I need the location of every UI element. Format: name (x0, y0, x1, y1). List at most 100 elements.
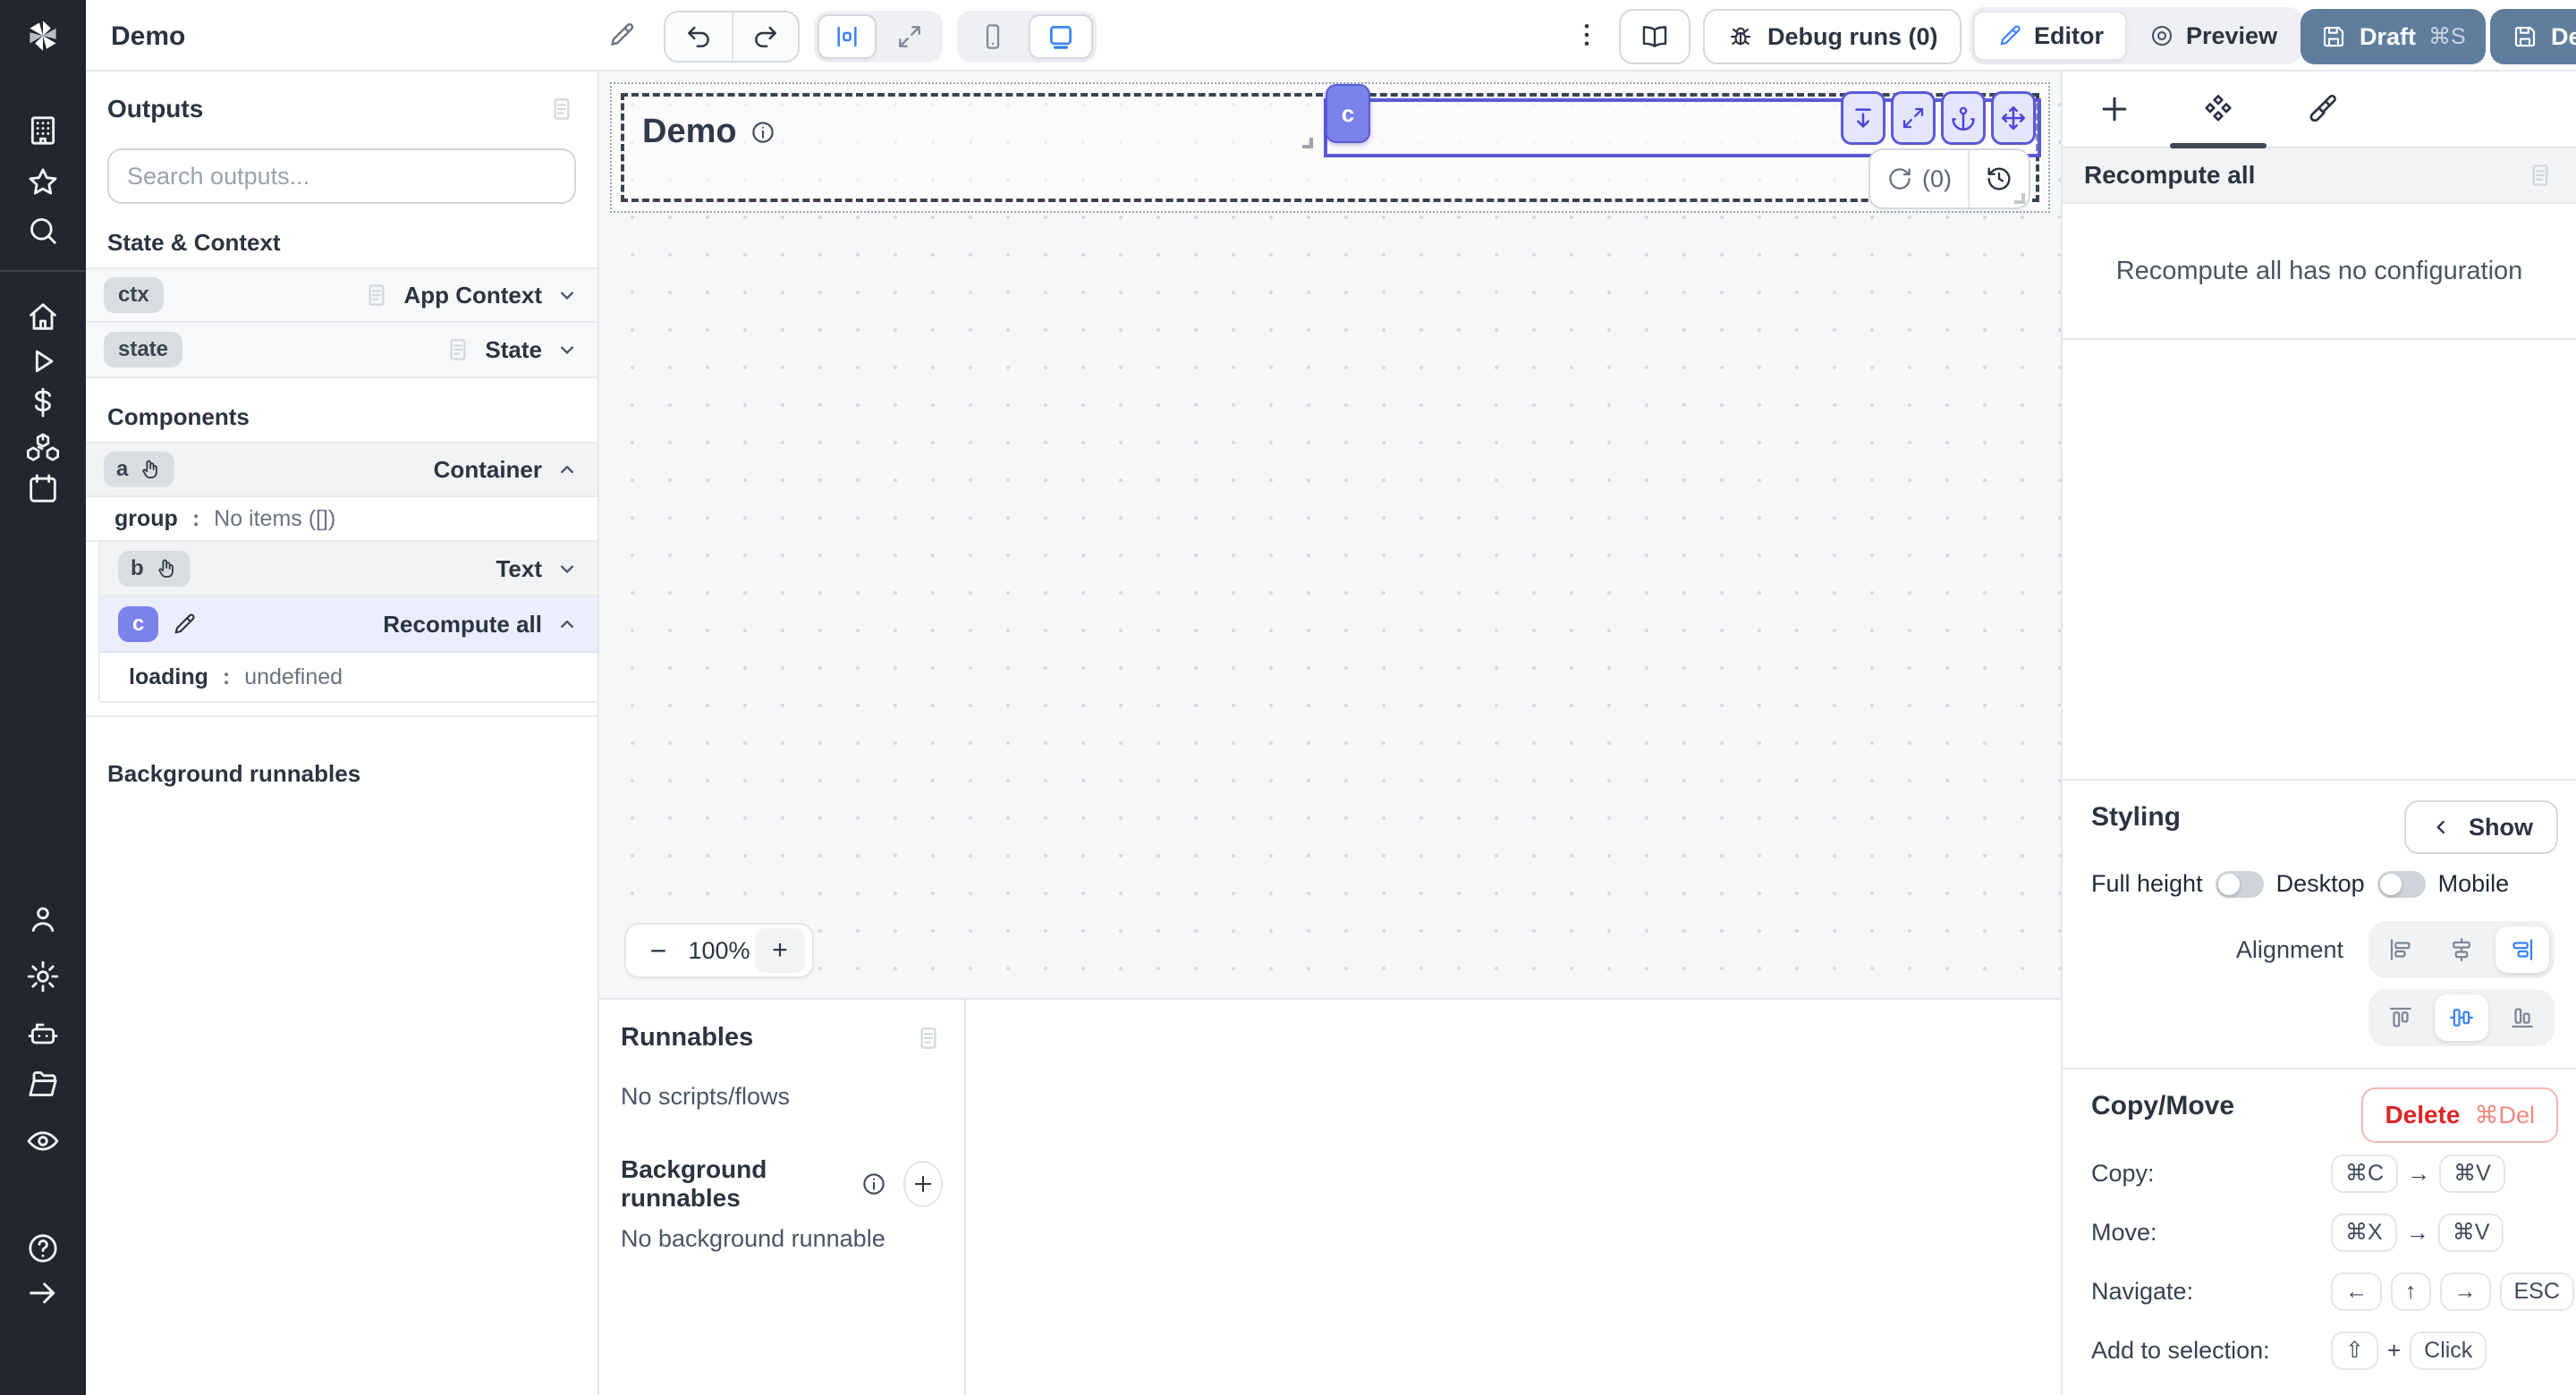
add-background-runnable-button[interactable] (903, 1161, 943, 1207)
deploy-label: Deploy (2551, 23, 2576, 51)
copy-shortcut-row: Copy: ⌘C → ⌘V (2091, 1150, 2558, 1196)
kbd-arrow-left: ← (2331, 1272, 2382, 1311)
undo-button[interactable] (665, 13, 732, 61)
workers-robot-icon[interactable] (25, 1016, 61, 1052)
schedules-icon[interactable] (25, 470, 61, 506)
zoom-in-button[interactable]: + (755, 928, 805, 973)
full-width-button[interactable] (880, 14, 939, 59)
components-grid-icon (2201, 92, 2235, 126)
align-left-button[interactable] (2374, 926, 2428, 973)
component-doc-icon[interactable] (2526, 161, 2555, 190)
save-icon (2512, 23, 2538, 50)
align-center-horizontal-icon (2448, 936, 2475, 963)
expand-component-button[interactable] (1891, 91, 1936, 145)
app-canvas[interactable]: Demo c (599, 72, 2061, 998)
component-row-c-selected[interactable]: c Recompute all (100, 597, 597, 653)
arrow-down-to-line-button[interactable] (1841, 91, 1885, 145)
favorites-icon[interactable] (25, 165, 61, 200)
bottom-empty-area (966, 1000, 2061, 1395)
full-height-toggle[interactable] (2216, 871, 2264, 898)
info-icon[interactable] (750, 119, 776, 146)
background-runnables-heading: Background runnables (86, 717, 597, 799)
align-center-vertical-button[interactable] (2435, 994, 2488, 1041)
delete-button[interactable]: Delete ⌘Del (2361, 1087, 2558, 1143)
align-right-button[interactable] (2496, 926, 2549, 973)
selected-component-c[interactable]: c (0) (1324, 98, 2041, 157)
align-center-horizontal-button[interactable] (2435, 926, 2488, 973)
tab-component-settings[interactable] (2166, 72, 2270, 147)
runs-icon[interactable] (25, 343, 61, 379)
tab-insert-component[interactable] (2063, 72, 2166, 147)
windmill-logo[interactable] (0, 0, 86, 72)
zoom-out-button[interactable]: − (633, 928, 683, 973)
chevron-up-icon[interactable] (555, 612, 580, 637)
bug-icon (1726, 22, 1755, 51)
tab-preview[interactable]: Preview (2127, 11, 2299, 61)
editor-preview-toggle: Editor Preview (1970, 7, 2302, 64)
arrow-down-to-line-icon (1850, 105, 1877, 131)
desktop-toggle[interactable] (2377, 871, 2426, 898)
chevron-down-icon[interactable] (555, 283, 580, 308)
audit-eye-icon[interactable] (25, 1123, 61, 1159)
chevron-up-icon[interactable] (555, 457, 580, 482)
resources-icon[interactable] (25, 429, 61, 465)
more-menu-kebab-icon[interactable] (1571, 18, 1603, 52)
chevron-down-icon[interactable] (555, 556, 580, 581)
tab-theme[interactable] (2270, 72, 2374, 147)
align-top-button[interactable] (2374, 994, 2428, 1041)
move-component-button[interactable] (1991, 91, 2036, 145)
arrow-separator: → (2406, 1219, 2429, 1247)
kbd-click: Click (2410, 1332, 2487, 1370)
resize-corner[interactable] (1302, 138, 1313, 148)
draft-button[interactable]: Draft ⌘S (2301, 9, 2486, 64)
app-container-outline[interactable]: Demo c (610, 82, 2050, 213)
component-row-b[interactable]: b Text (100, 542, 597, 597)
component-row-a[interactable]: a Container (86, 442, 597, 497)
edit-title-pencil-icon[interactable] (606, 20, 637, 50)
component-a-badge: a (104, 452, 174, 487)
debug-runs-button[interactable]: Debug runs (0) (1703, 9, 1962, 64)
search-outputs-input[interactable] (107, 148, 576, 204)
anchor-component-button[interactable] (1941, 91, 1986, 145)
component-b-badge: b (118, 551, 191, 587)
collapse-arrow-icon[interactable] (25, 1275, 61, 1311)
state-row[interactable]: state State (86, 323, 597, 378)
refresh-button[interactable]: (0) (1870, 150, 1970, 207)
centered-canvas-button[interactable] (818, 14, 877, 59)
container-a-outline[interactable]: Demo c (621, 93, 2039, 202)
settings-gear-icon[interactable] (25, 959, 61, 994)
users-icon[interactable] (25, 901, 61, 937)
ctx-badge: ctx (104, 277, 164, 313)
background-runnables-empty-text: No background runnable (621, 1225, 943, 1253)
resize-corner[interactable] (2014, 193, 2025, 204)
info-icon[interactable] (860, 1171, 887, 1197)
component-c-tag[interactable]: c (1326, 84, 1370, 143)
kbd-shift: ⇧ (2331, 1332, 2378, 1370)
search-icon[interactable] (25, 213, 61, 249)
outputs-doc-icon[interactable] (547, 95, 576, 123)
redo-button[interactable] (732, 13, 798, 61)
folders-icon[interactable] (25, 1066, 61, 1102)
chevron-down-icon[interactable] (555, 337, 580, 362)
variables-icon[interactable] (25, 385, 61, 420)
group-kv-row[interactable]: group : No items ([]) (86, 497, 597, 542)
mobile-preview-button[interactable] (961, 14, 1025, 59)
state-context-heading: State & Context (86, 204, 597, 267)
loading-kv-row[interactable]: loading : undefined (100, 653, 597, 703)
align-bottom-button[interactable] (2496, 994, 2549, 1041)
tab-editor[interactable]: Editor (1973, 11, 2127, 61)
hand-pointer-icon (153, 556, 178, 581)
help-icon[interactable] (25, 1230, 61, 1266)
workspace-icon[interactable] (25, 113, 61, 148)
edit-pencil-icon[interactable] (171, 611, 198, 638)
home-icon[interactable] (25, 299, 61, 334)
runnables-panel: Runnables No scripts/flows Background ru… (599, 1000, 966, 1395)
ctx-row[interactable]: ctx App Context (86, 267, 597, 323)
show-styling-button[interactable]: Show (2404, 800, 2558, 854)
deploy-button[interactable]: Deploy (2490, 9, 2576, 64)
app-title: Demo (111, 21, 185, 52)
desktop-preview-button[interactable] (1029, 14, 1093, 59)
history-button[interactable] (1970, 150, 2029, 207)
docs-button[interactable] (1619, 9, 1690, 64)
runnables-doc-icon[interactable] (914, 1024, 943, 1053)
